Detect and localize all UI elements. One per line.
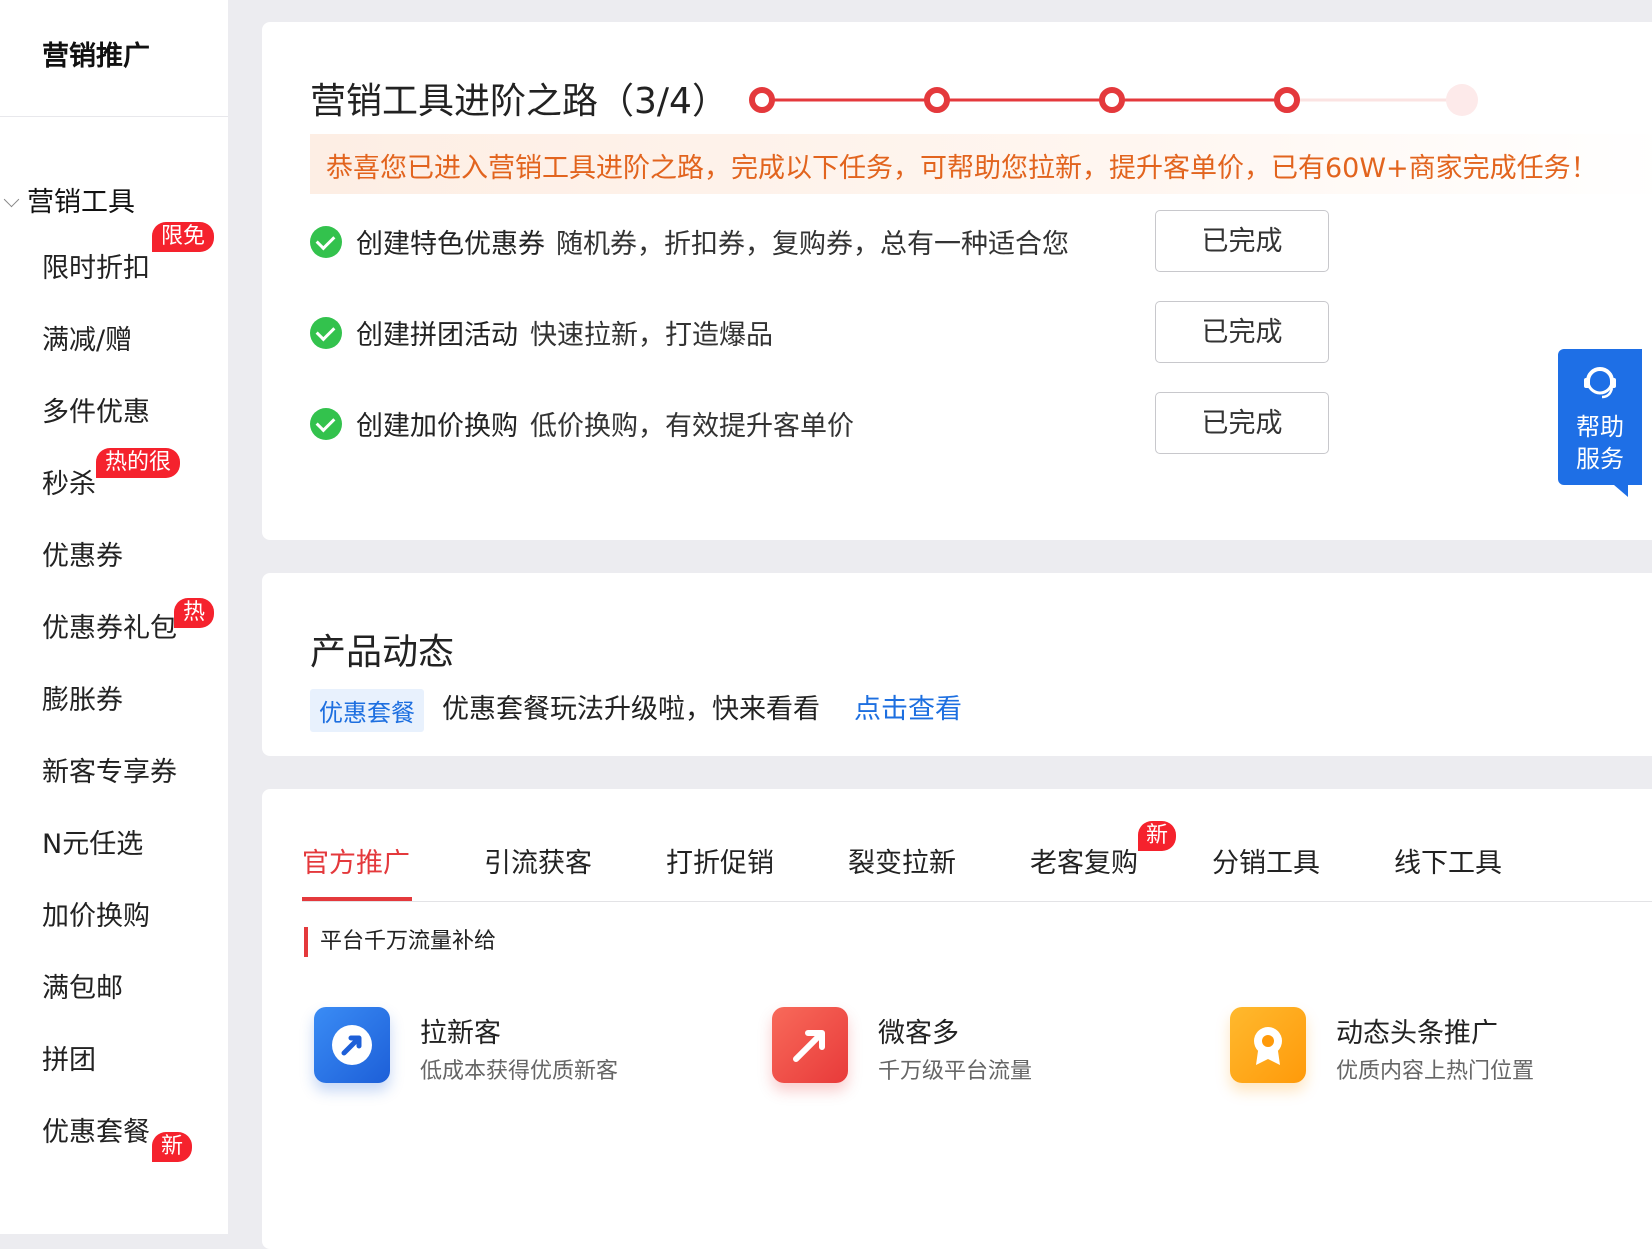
tools-card: 官方推广 引流获客 打折促销 裂变拉新 老客复购 新 分销工具 线下工具 平台千…	[262, 789, 1652, 1249]
sidebar-group-marketing-tools[interactable]: 营销工具	[3, 180, 135, 219]
feature-name: 微客多	[878, 1018, 959, 1049]
sidebar-item-group-buy[interactable]: 拼团	[42, 1038, 96, 1077]
roadmap-title: 营销工具进阶之路（3/4）	[310, 81, 728, 122]
progress-step-done	[1274, 87, 1300, 113]
section-label: 平台千万流量补给	[304, 927, 496, 957]
feature-name: 动态头条推广	[1336, 1018, 1498, 1049]
sidebar-item-full-reduction[interactable]: 满减/赠	[42, 318, 132, 357]
task-desc: 随机券，折扣券，复购券，总有一种适合您	[556, 229, 1069, 260]
compass-arrow-icon	[314, 1007, 390, 1083]
sidebar-item-add-on-purchase[interactable]: 加价换购	[42, 894, 150, 933]
progress-step-done	[749, 87, 775, 113]
task-name: 创建加价换购	[356, 411, 518, 442]
check-circle-icon	[310, 408, 342, 440]
new-badge: 新	[152, 1132, 193, 1162]
hot-badge: 热的很	[96, 448, 181, 478]
task-desc: 快速拉新，打造爆品	[530, 320, 773, 351]
progress-step-done	[924, 87, 950, 113]
task-name: 创建特色优惠券	[356, 229, 545, 260]
sidebar-item-bundle[interactable]: 优惠套餐	[42, 1110, 150, 1149]
progress-step-done	[1099, 87, 1125, 113]
product-news-card: 产品动态 优惠套餐 优惠套餐玩法升级啦，快来看看 点击查看	[262, 573, 1652, 756]
help-label: 帮助 服务	[1576, 413, 1624, 473]
view-link[interactable]: 点击查看	[854, 687, 962, 726]
active-tab-indicator	[302, 897, 412, 901]
roadmap-banner: 恭喜您已进入营销工具进阶之路，完成以下任务，可帮助您拉新，提升客单价，已有60W…	[310, 134, 1652, 194]
sidebar-item-n-yuan[interactable]: N元任选	[42, 822, 143, 861]
news-text: 优惠套餐玩法升级啦，快来看看	[442, 694, 820, 725]
sidebar: 营销推广 营销工具 限时折扣 限免 满减/赠 多件优惠 秒杀 热的很 优惠券 优…	[0, 0, 228, 1234]
sidebar-group-label: 营销工具	[27, 187, 135, 218]
new-badge: 新	[1138, 821, 1177, 851]
news-title: 产品动态	[310, 632, 455, 673]
help-service-button[interactable]: 帮助 服务	[1558, 349, 1642, 497]
tab-discount-promotion[interactable]: 打折促销	[666, 841, 774, 880]
check-circle-icon	[310, 226, 342, 258]
roadmap-card: 营销工具进阶之路（3/4） 恭喜您已进入营销工具进阶之路，完成以下任务，可帮助您…	[262, 22, 1652, 540]
tab-offline[interactable]: 线下工具	[1394, 841, 1502, 880]
tab-viral-growth[interactable]: 裂变拉新	[848, 841, 956, 880]
sidebar-item-multi-piece[interactable]: 多件优惠	[42, 390, 150, 429]
tab-traffic-acquisition[interactable]: 引流获客	[484, 841, 592, 880]
headset-icon	[1584, 367, 1616, 399]
tab-repurchase[interactable]: 老客复购	[1030, 841, 1138, 880]
sidebar-item-inflation-coupon[interactable]: 膨胀券	[42, 678, 123, 717]
sidebar-item-flash-discount[interactable]: 限时折扣	[42, 246, 150, 285]
task-desc: 低价换购，有效提升客单价	[530, 411, 854, 442]
free-badge: 限免	[152, 222, 215, 252]
trend-arrow-icon	[772, 1007, 848, 1083]
sidebar-title: 营销推广	[42, 41, 150, 72]
check-circle-icon	[310, 317, 342, 349]
progress-step-pending	[1446, 84, 1478, 116]
hot-badge: 热	[174, 598, 215, 628]
tab-official-promotion[interactable]: 官方推广	[302, 841, 410, 880]
sidebar-divider	[0, 116, 228, 117]
feature-desc: 优质内容上热门位置	[1336, 1059, 1535, 1084]
tab-distribution[interactable]: 分销工具	[1212, 841, 1320, 880]
progress-steps	[749, 84, 1478, 116]
feature-desc: 低成本获得优质新客	[420, 1059, 619, 1084]
sidebar-item-free-shipping[interactable]: 满包邮	[42, 966, 123, 1005]
task-name: 创建拼团活动	[356, 320, 518, 351]
banner-text: 恭喜您已进入营销工具进阶之路，完成以下任务，可帮助您拉新，提升客单价，已有60W…	[326, 153, 1598, 184]
sidebar-item-new-customer-coupon[interactable]: 新客专享券	[42, 750, 177, 789]
tool-tabs: 官方推广 引流获客 打折促销 裂变拉新 老客复购 新 分销工具 线下工具	[302, 789, 1652, 902]
news-tag: 优惠套餐	[310, 689, 424, 732]
award-ribbon-icon	[1230, 1007, 1306, 1083]
sidebar-item-seckill[interactable]: 秒杀	[42, 462, 96, 501]
chevron-down-icon	[3, 191, 20, 208]
completed-button[interactable]: 已完成	[1155, 392, 1329, 454]
feature-name: 拉新客	[420, 1018, 501, 1049]
feature-desc: 千万级平台流量	[878, 1059, 1033, 1084]
sidebar-item-coupon-pack[interactable]: 优惠券礼包	[42, 606, 177, 645]
sidebar-item-coupon[interactable]: 优惠券	[42, 534, 123, 573]
completed-button[interactable]: 已完成	[1155, 210, 1329, 272]
completed-button[interactable]: 已完成	[1155, 301, 1329, 363]
